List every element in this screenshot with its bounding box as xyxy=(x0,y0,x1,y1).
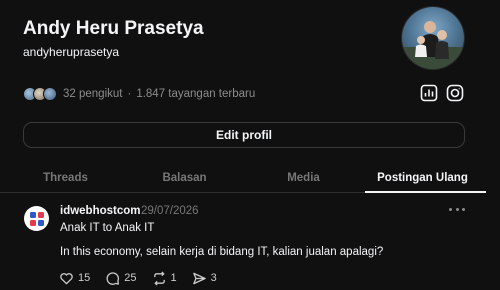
more-dot xyxy=(462,207,465,211)
comment-count: 25 xyxy=(124,272,137,284)
share-icon xyxy=(192,272,206,284)
active-tab-indicator xyxy=(365,191,486,193)
followers-count: 32 pengikut xyxy=(63,88,123,100)
post-author-avatar[interactable] xyxy=(24,206,49,231)
repost-icon xyxy=(153,270,165,286)
tab-postingan-ulang[interactable]: Postingan Ulang xyxy=(362,163,483,193)
edit-profile-button[interactable]: Edit profil xyxy=(23,122,465,148)
tab-threads[interactable]: Threads xyxy=(5,163,126,193)
repost-button[interactable]: 1 xyxy=(152,270,177,286)
like-button[interactable]: 15 xyxy=(59,271,90,286)
post-text-line: In this economy, selain kerja di bidang … xyxy=(60,246,384,258)
tab-media[interactable]: Media xyxy=(243,163,364,193)
post-item[interactable]: idwebhostcom 29/07/2026 Anak IT to Anak … xyxy=(0,194,500,290)
share-count: 3 xyxy=(210,272,217,284)
post-actions: 15 25 1 3 xyxy=(59,270,232,286)
profile-handle: andyheruprasetya xyxy=(23,45,120,59)
followers-row[interactable]: 32 pengikut · 1.847 tayangan terbaru xyxy=(23,86,255,102)
comment-button[interactable]: 25 xyxy=(105,271,137,286)
profile-tabs: Threads Balasan Media Postingan Ulang xyxy=(0,163,485,193)
heart-icon xyxy=(60,272,73,284)
like-count: 15 xyxy=(78,272,91,284)
instagram-icon[interactable] xyxy=(446,84,464,102)
post-date: 29/07/2026 xyxy=(141,205,199,217)
share-button[interactable]: 3 xyxy=(192,271,217,286)
follower-avatar xyxy=(43,87,57,101)
profile-name: Andy Heru Prasetya xyxy=(23,18,204,39)
post-username[interactable]: idwebhostcom xyxy=(60,205,141,217)
bar-chart-icon[interactable] xyxy=(420,84,438,102)
more-dot xyxy=(449,207,452,211)
tab-balasan[interactable]: Balasan xyxy=(124,163,245,193)
more-horizontal-icon[interactable] xyxy=(449,203,465,215)
comment-icon xyxy=(106,271,120,285)
profile-avatar[interactable] xyxy=(402,7,464,69)
more-dot xyxy=(455,207,459,211)
repost-count: 1 xyxy=(170,272,177,284)
follower-avatars xyxy=(23,87,59,101)
separator-dot: · xyxy=(127,88,132,100)
post-text-line: Anak IT to Anak IT xyxy=(60,222,155,234)
views-count: 1.847 tayangan terbaru xyxy=(136,88,256,100)
